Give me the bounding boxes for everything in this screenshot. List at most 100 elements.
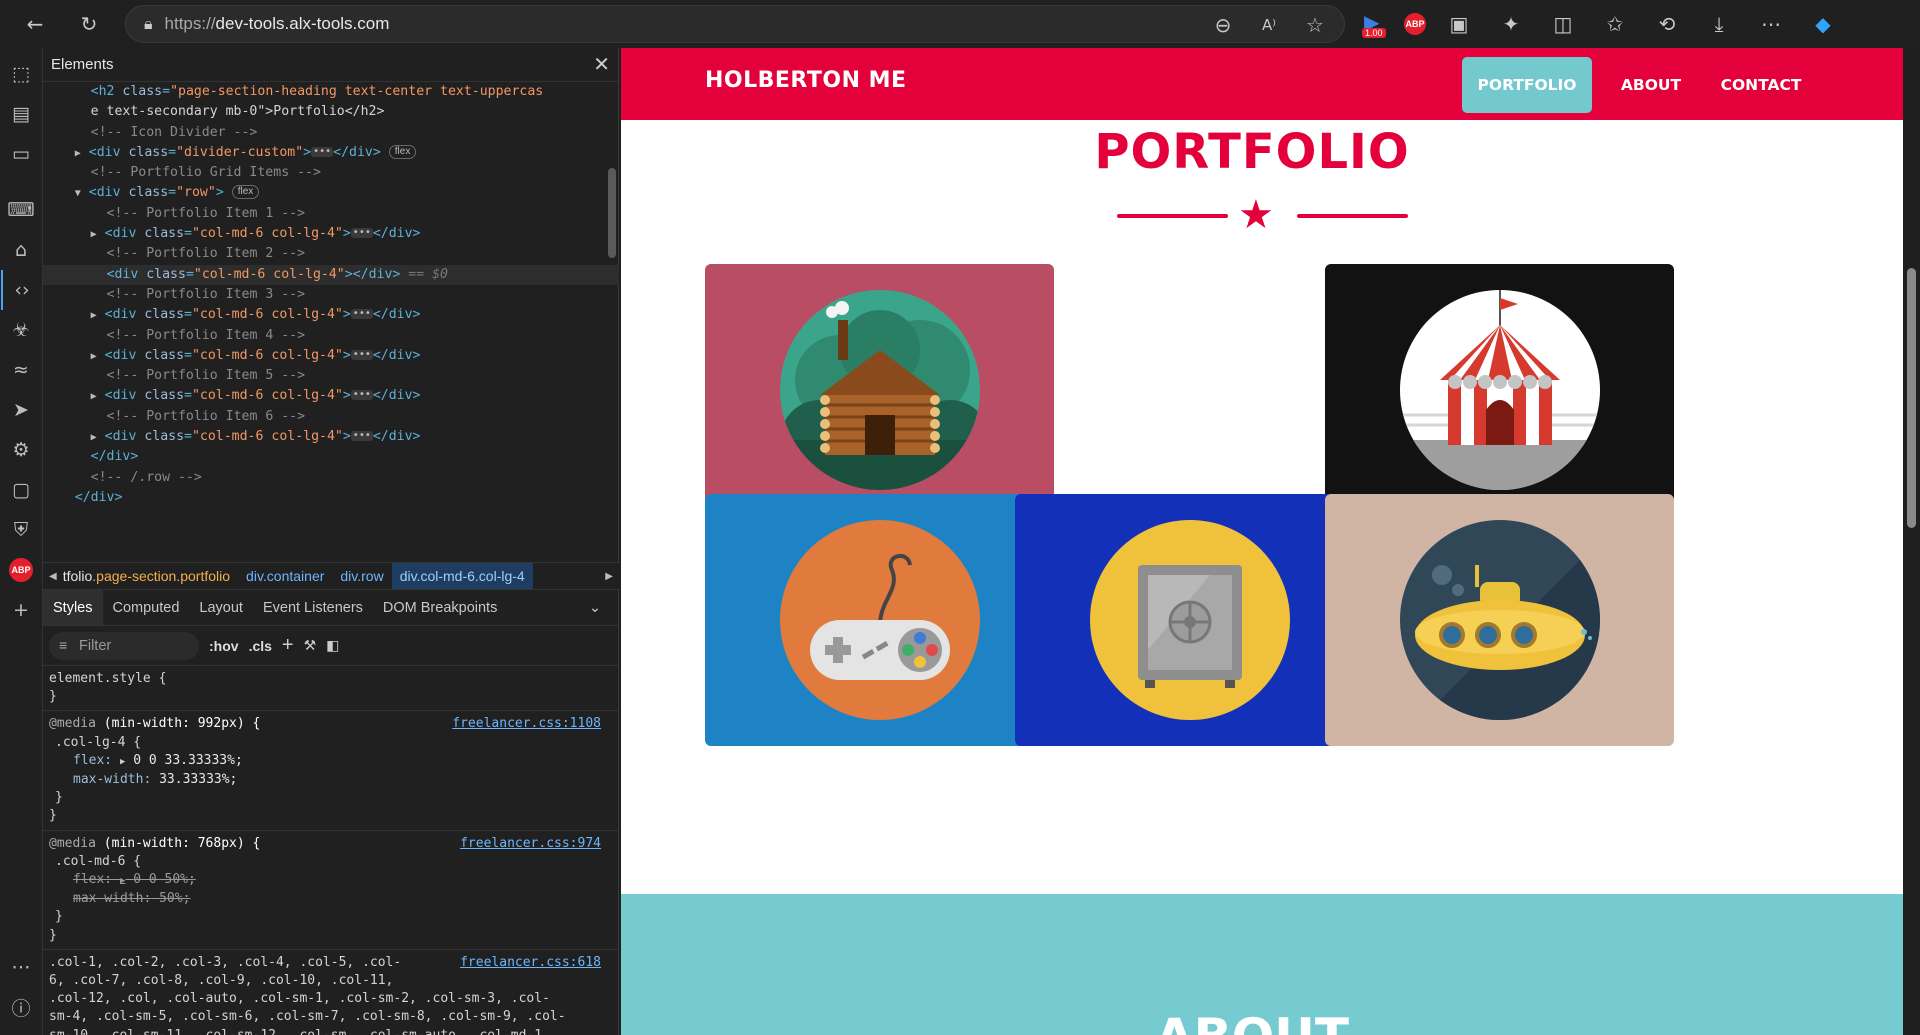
memory-chip-icon[interactable]: ⚙ [1, 430, 41, 470]
dom-node[interactable]: <!-- /.row --> [43, 468, 619, 488]
tab-computed[interactable]: Computed [103, 590, 190, 625]
dom-node[interactable]: ▶ <div class="col-md-6 col-lg-4"> ••• </di… [43, 305, 619, 325]
dom-node[interactable]: <!-- Portfolio Grid Items --> [43, 163, 619, 183]
close-icon[interactable]: ✕ [593, 52, 610, 77]
dom-node[interactable]: ▶ <div class="col-md-6 col-lg-4"> ••• </di… [43, 427, 619, 447]
help-icon[interactable]: ⓘ [1, 987, 41, 1027]
filter-input[interactable]: ≡ Filter [49, 631, 199, 660]
copilot-icon[interactable]: ◆ [1804, 5, 1842, 43]
dom-node[interactable]: <!-- Portfolio Item 2 --> [43, 244, 619, 264]
welcome-home-icon[interactable]: ⌂ [1, 230, 41, 270]
breadcrumb-item[interactable]: div.row [332, 563, 391, 589]
paint-brush-icon[interactable]: ⚒ [304, 637, 317, 654]
toggle-sidebar-icon[interactable]: ◧ [326, 637, 339, 654]
breadcrumb-item-selected[interactable]: div.col-md-6.col-lg-4 [391, 563, 533, 589]
application-icon[interactable]: ▢ [1, 470, 41, 510]
dom-node[interactable]: </div> [43, 447, 619, 467]
site-brand[interactable]: HOLBERTON ME [705, 68, 907, 93]
dom-node[interactable]: <!-- Icon Divider --> [43, 123, 619, 143]
dom-node[interactable]: ▶ <div class="col-md-6 col-lg-4"> ••• </di… [43, 386, 619, 406]
dom-node[interactable]: ▶ <div class="col-md-6 col-lg-4"> ••• </di… [43, 346, 619, 366]
source-link[interactable]: freelancer.css:1108 [452, 715, 601, 733]
dom-node[interactable]: <!-- Portfolio Item 5 --> [43, 366, 619, 386]
tab-layout[interactable]: Layout [189, 590, 253, 625]
source-link[interactable]: freelancer.css:618 [460, 954, 601, 972]
sources-bug-icon[interactable]: ☣ [1, 310, 41, 350]
lock-icon[interactable]: 🔒︎ [144, 14, 153, 34]
console-icon[interactable]: ⌨ [1, 190, 41, 230]
more-tools-icon[interactable]: ⋯ [1, 947, 41, 987]
styles-pane[interactable]: element.style { } @media (min-width: 992… [43, 666, 619, 1035]
adblock-panel-icon[interactable]: ABP [1, 550, 41, 590]
prop-name[interactable]: flex: [73, 753, 112, 768]
panel-layout-icon[interactable]: ▭ [1, 134, 41, 174]
source-link[interactable]: freelancer.css:974 [460, 835, 601, 853]
zoom-out-icon[interactable]: ⊖ [1204, 6, 1242, 44]
breadcrumb-left-icon[interactable]: ◀ [43, 571, 63, 582]
prop-name-overridden[interactable]: max-width: [73, 891, 151, 906]
adblock-icon[interactable]: ABP [1404, 13, 1426, 35]
device-toolbar-icon[interactable]: ▤ [1, 94, 41, 134]
portfolio-item-circus[interactable] [1325, 264, 1674, 516]
prop-name[interactable]: max-width: [73, 772, 151, 787]
favorites-icon[interactable]: ✩ [1596, 5, 1634, 43]
prop-name-overridden[interactable]: flex: [73, 872, 112, 887]
inspect-icon[interactable]: ⬚ [1, 54, 41, 94]
tab-dom-breakpoints[interactable]: DOM Breakpoints [373, 590, 507, 625]
breadcrumb-item[interactable]: div.container [238, 563, 332, 589]
extension-speed-icon[interactable]: ▶ 1.00 [1360, 6, 1390, 42]
dom-node[interactable]: </div> [43, 488, 619, 508]
dom-node[interactable]: <h2 class="page-section-heading text-cen… [43, 82, 619, 102]
security-icon[interactable]: ⛨ [1, 510, 41, 550]
dom-node[interactable]: ▶ <div class="col-md-6 col-lg-4"> ••• </di… [43, 224, 619, 244]
portfolio-item-cabin[interactable] [705, 264, 1054, 516]
add-tool-icon[interactable]: + [1, 590, 41, 630]
nav-about[interactable]: ABOUT [1611, 57, 1691, 113]
network-wifi-icon[interactable]: ≈ [1, 350, 41, 390]
rule-col-grid[interactable]: freelancer.css:618 .col-1, .col-2, .col-… [43, 950, 619, 1035]
page-scrollbar[interactable] [1903, 48, 1920, 1035]
nav-portfolio[interactable]: PORTFOLIO [1462, 57, 1592, 113]
more-menu-icon[interactable]: ⋯ [1752, 5, 1790, 43]
refresh-icon[interactable]: ↻ [70, 5, 108, 43]
page-scrollbar-thumb[interactable] [1907, 268, 1916, 528]
dom-node[interactable]: e text-secondary mb-0">Portfolio</h2> [43, 102, 619, 122]
new-rule-icon[interactable]: + [282, 634, 294, 657]
prop-value-overridden[interactable]: 50%; [159, 891, 190, 906]
rule-col-md-6[interactable]: @media (min-width: 768px) {freelancer.cs… [43, 831, 619, 950]
reading-view-icon[interactable]: ▣ [1440, 5, 1478, 43]
dom-scrollbar[interactable] [608, 168, 616, 258]
breadcrumb-right-icon[interactable]: ▶ [599, 571, 619, 582]
prop-value-overridden[interactable]: 0 0 50%; [133, 872, 196, 887]
portfolio-item-safe[interactable] [1015, 494, 1364, 746]
elements-icon[interactable]: ‹› [1, 270, 41, 310]
dom-node[interactable]: <!-- Portfolio Item 4 --> [43, 326, 619, 346]
dom-tree[interactable]: <h2 class="page-section-heading text-cen… [43, 82, 619, 562]
dom-node-selected[interactable]: <div class="col-md-6 col-lg-4"></div> ==… [43, 264, 619, 285]
cls-toggle[interactable]: .cls [249, 638, 272, 654]
read-aloud-icon[interactable]: A⁾ [1250, 6, 1288, 44]
tab-styles[interactable]: Styles [43, 590, 103, 625]
split-screen-icon[interactable]: ◫ [1544, 5, 1582, 43]
downloads-icon[interactable]: ⤓ [1700, 5, 1738, 43]
chevron-down-icon[interactable]: ⌄ [579, 590, 611, 625]
portfolio-item-submarine[interactable] [1325, 494, 1674, 746]
favorite-star-icon[interactable]: ☆ [1296, 6, 1334, 44]
dom-node[interactable]: <!-- Portfolio Item 6 --> [43, 407, 619, 427]
rule-element-style[interactable]: element.style { } [43, 666, 619, 712]
dom-node[interactable]: ▶ <div class="divider-custom"> ••• </div> … [43, 143, 619, 163]
back-icon[interactable]: ← [16, 5, 54, 43]
address-bar[interactable]: 🔒︎ https://dev-tools.alx-tools.com ⊖ A⁾ … [125, 5, 1345, 43]
rule-col-lg-4[interactable]: @media (min-width: 992px) {freelancer.cs… [43, 711, 619, 831]
history-icon[interactable]: ⟲ [1648, 5, 1686, 43]
dom-node[interactable]: <!-- Portfolio Item 3 --> [43, 285, 619, 305]
portfolio-item-game-controller[interactable] [705, 494, 1054, 746]
performance-icon[interactable]: ➤ [1, 390, 41, 430]
tab-event-listeners[interactable]: Event Listeners [253, 590, 373, 625]
hov-toggle[interactable]: :hov [209, 638, 239, 654]
prop-value[interactable]: 0 0 33.33333%; [133, 753, 243, 768]
dom-node[interactable]: ▼ <div class="row"> flex [43, 183, 619, 203]
prop-value[interactable]: 33.33333%; [159, 772, 237, 787]
breadcrumb-item[interactable]: tfolio .page-section.portfolio [63, 563, 238, 589]
dom-node[interactable]: <!-- Portfolio Item 1 --> [43, 204, 619, 224]
